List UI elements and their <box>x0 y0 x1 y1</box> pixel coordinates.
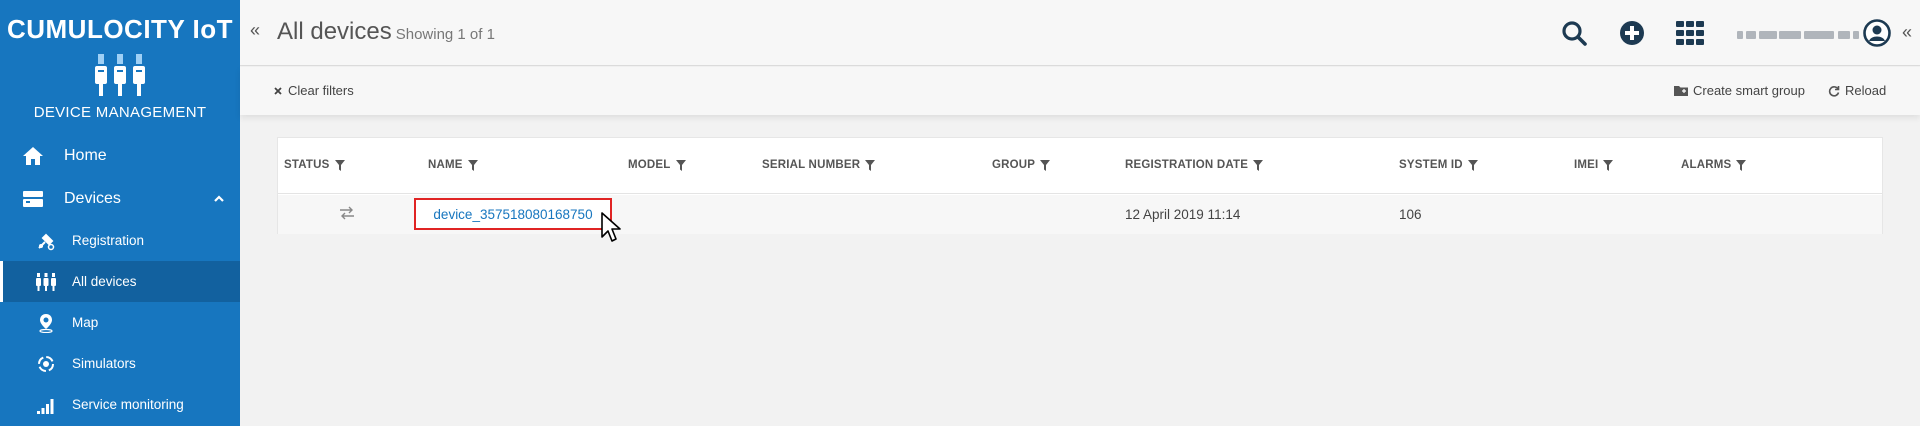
simulator-icon <box>36 354 56 374</box>
home-icon <box>22 145 44 167</box>
sidebar-item-all-devices[interactable]: All devices <box>0 261 240 302</box>
create-smart-group-button[interactable]: Create smart group <box>1674 83 1805 98</box>
collapse-sidebar-button[interactable]: « <box>250 20 260 41</box>
column-header-serial-number[interactable]: SERIAL NUMBER <box>762 159 876 171</box>
table-row[interactable]: device_357518080168750 12 April 2019 11:… <box>278 195 1882 234</box>
filter-icon[interactable] <box>467 159 478 171</box>
filter-icon[interactable] <box>334 159 345 171</box>
action-bar: Clear filters Create smart group Reload <box>240 67 1920 115</box>
filter-icon[interactable] <box>1467 159 1478 171</box>
filter-icon[interactable] <box>1253 159 1264 171</box>
reload-label: Reload <box>1845 83 1887 98</box>
sidebar-item-simulators[interactable]: Simulators <box>0 343 240 384</box>
page-title: All devices Showing 1 of 1 <box>277 18 495 46</box>
clear-filters-label: Clear filters <box>288 83 354 98</box>
filter-icon[interactable] <box>1040 159 1051 171</box>
system-id-cell: 106 <box>1399 207 1422 222</box>
sidebar-item-label: Registration <box>72 233 145 248</box>
close-icon <box>273 86 283 96</box>
device-name-link[interactable]: device_357518080168750 <box>414 198 612 230</box>
app-switcher-icon <box>1676 21 1704 45</box>
column-header-system-id[interactable]: SYSTEM ID <box>1399 159 1478 171</box>
connection-arrows-icon <box>339 206 355 223</box>
top-header: « All devices Showing 1 of 1 « <box>240 0 1920 66</box>
filter-icon[interactable] <box>1603 159 1614 171</box>
sidebar-item-label: Devices <box>64 189 121 207</box>
search-button[interactable] <box>1559 18 1589 48</box>
devices-icon <box>22 188 44 210</box>
map-pin-icon <box>36 313 56 333</box>
app-name: DEVICE MANAGEMENT <box>33 104 207 121</box>
sidebar-item-label: Home <box>64 146 107 164</box>
column-header-registration-date[interactable]: REGISTRATION DATE <box>1125 159 1264 171</box>
device-management-logo <box>95 54 145 96</box>
reload-button[interactable]: Reload <box>1828 83 1886 98</box>
sidebar-item-devices[interactable]: Devices <box>0 177 240 220</box>
column-header-imei[interactable]: IMEI <box>1574 159 1614 171</box>
column-header-group[interactable]: GROUP <box>992 159 1051 171</box>
filter-icon[interactable] <box>865 159 876 171</box>
registration-icon <box>36 231 56 251</box>
reload-icon <box>1828 85 1840 97</box>
clear-filters-button[interactable]: Clear filters <box>273 83 354 98</box>
sidebar-nav: Home Devices Registration All devices Ma… <box>0 134 240 425</box>
all-devices-icon <box>36 272 56 292</box>
user-menu-button[interactable] <box>1862 18 1892 48</box>
user-icon <box>1863 19 1891 47</box>
sidebar-item-map[interactable]: Map <box>0 302 240 343</box>
column-header-model[interactable]: MODEL <box>628 159 686 171</box>
column-header-name[interactable]: NAME <box>428 159 478 171</box>
collapse-right-panel-button[interactable]: « <box>1902 22 1912 43</box>
column-header-alarms[interactable]: ALARMS <box>1681 159 1747 171</box>
user-name-blurred[interactable] <box>1737 26 1861 39</box>
sidebar-item-home[interactable]: Home <box>0 134 240 177</box>
app-switcher-button[interactable] <box>1675 18 1705 48</box>
filter-icon[interactable] <box>675 159 686 171</box>
column-header-status[interactable]: STATUS <box>284 159 345 171</box>
sidebar-item-label: Service monitoring <box>72 397 184 412</box>
brand-name: CUMULOCITY IoT <box>6 14 234 44</box>
chevron-up-icon[interactable] <box>212 192 226 206</box>
sidebar-item-service-monitoring[interactable]: Service monitoring <box>0 384 240 425</box>
registration-date-cell: 12 April 2019 11:14 <box>1125 207 1241 222</box>
sidebar-item-label: Map <box>72 315 99 330</box>
page-title-text: All devices <box>277 18 392 45</box>
page-subtitle: Showing 1 of 1 <box>395 26 495 43</box>
devices-table: STATUS NAME MODEL SERIAL NUMBER GROUP RE… <box>277 137 1883 234</box>
filter-icon[interactable] <box>1736 159 1747 171</box>
folder-icon <box>1674 85 1688 96</box>
signal-icon <box>36 395 56 415</box>
mouse-cursor-icon <box>601 212 621 242</box>
sidebar-item-label: All devices <box>72 274 137 289</box>
sidebar-item-registration[interactable]: Registration <box>0 220 240 261</box>
table-header: STATUS NAME MODEL SERIAL NUMBER GROUP RE… <box>278 138 1882 194</box>
sidebar: CUMULOCITY IoT DEVICE MANAGEMENT Home De… <box>0 0 240 426</box>
search-icon <box>1562 21 1587 46</box>
create-smart-group-label: Create smart group <box>1693 83 1805 98</box>
add-button[interactable] <box>1617 18 1647 48</box>
add-icon <box>1620 21 1644 45</box>
sidebar-item-label: Simulators <box>72 356 136 371</box>
